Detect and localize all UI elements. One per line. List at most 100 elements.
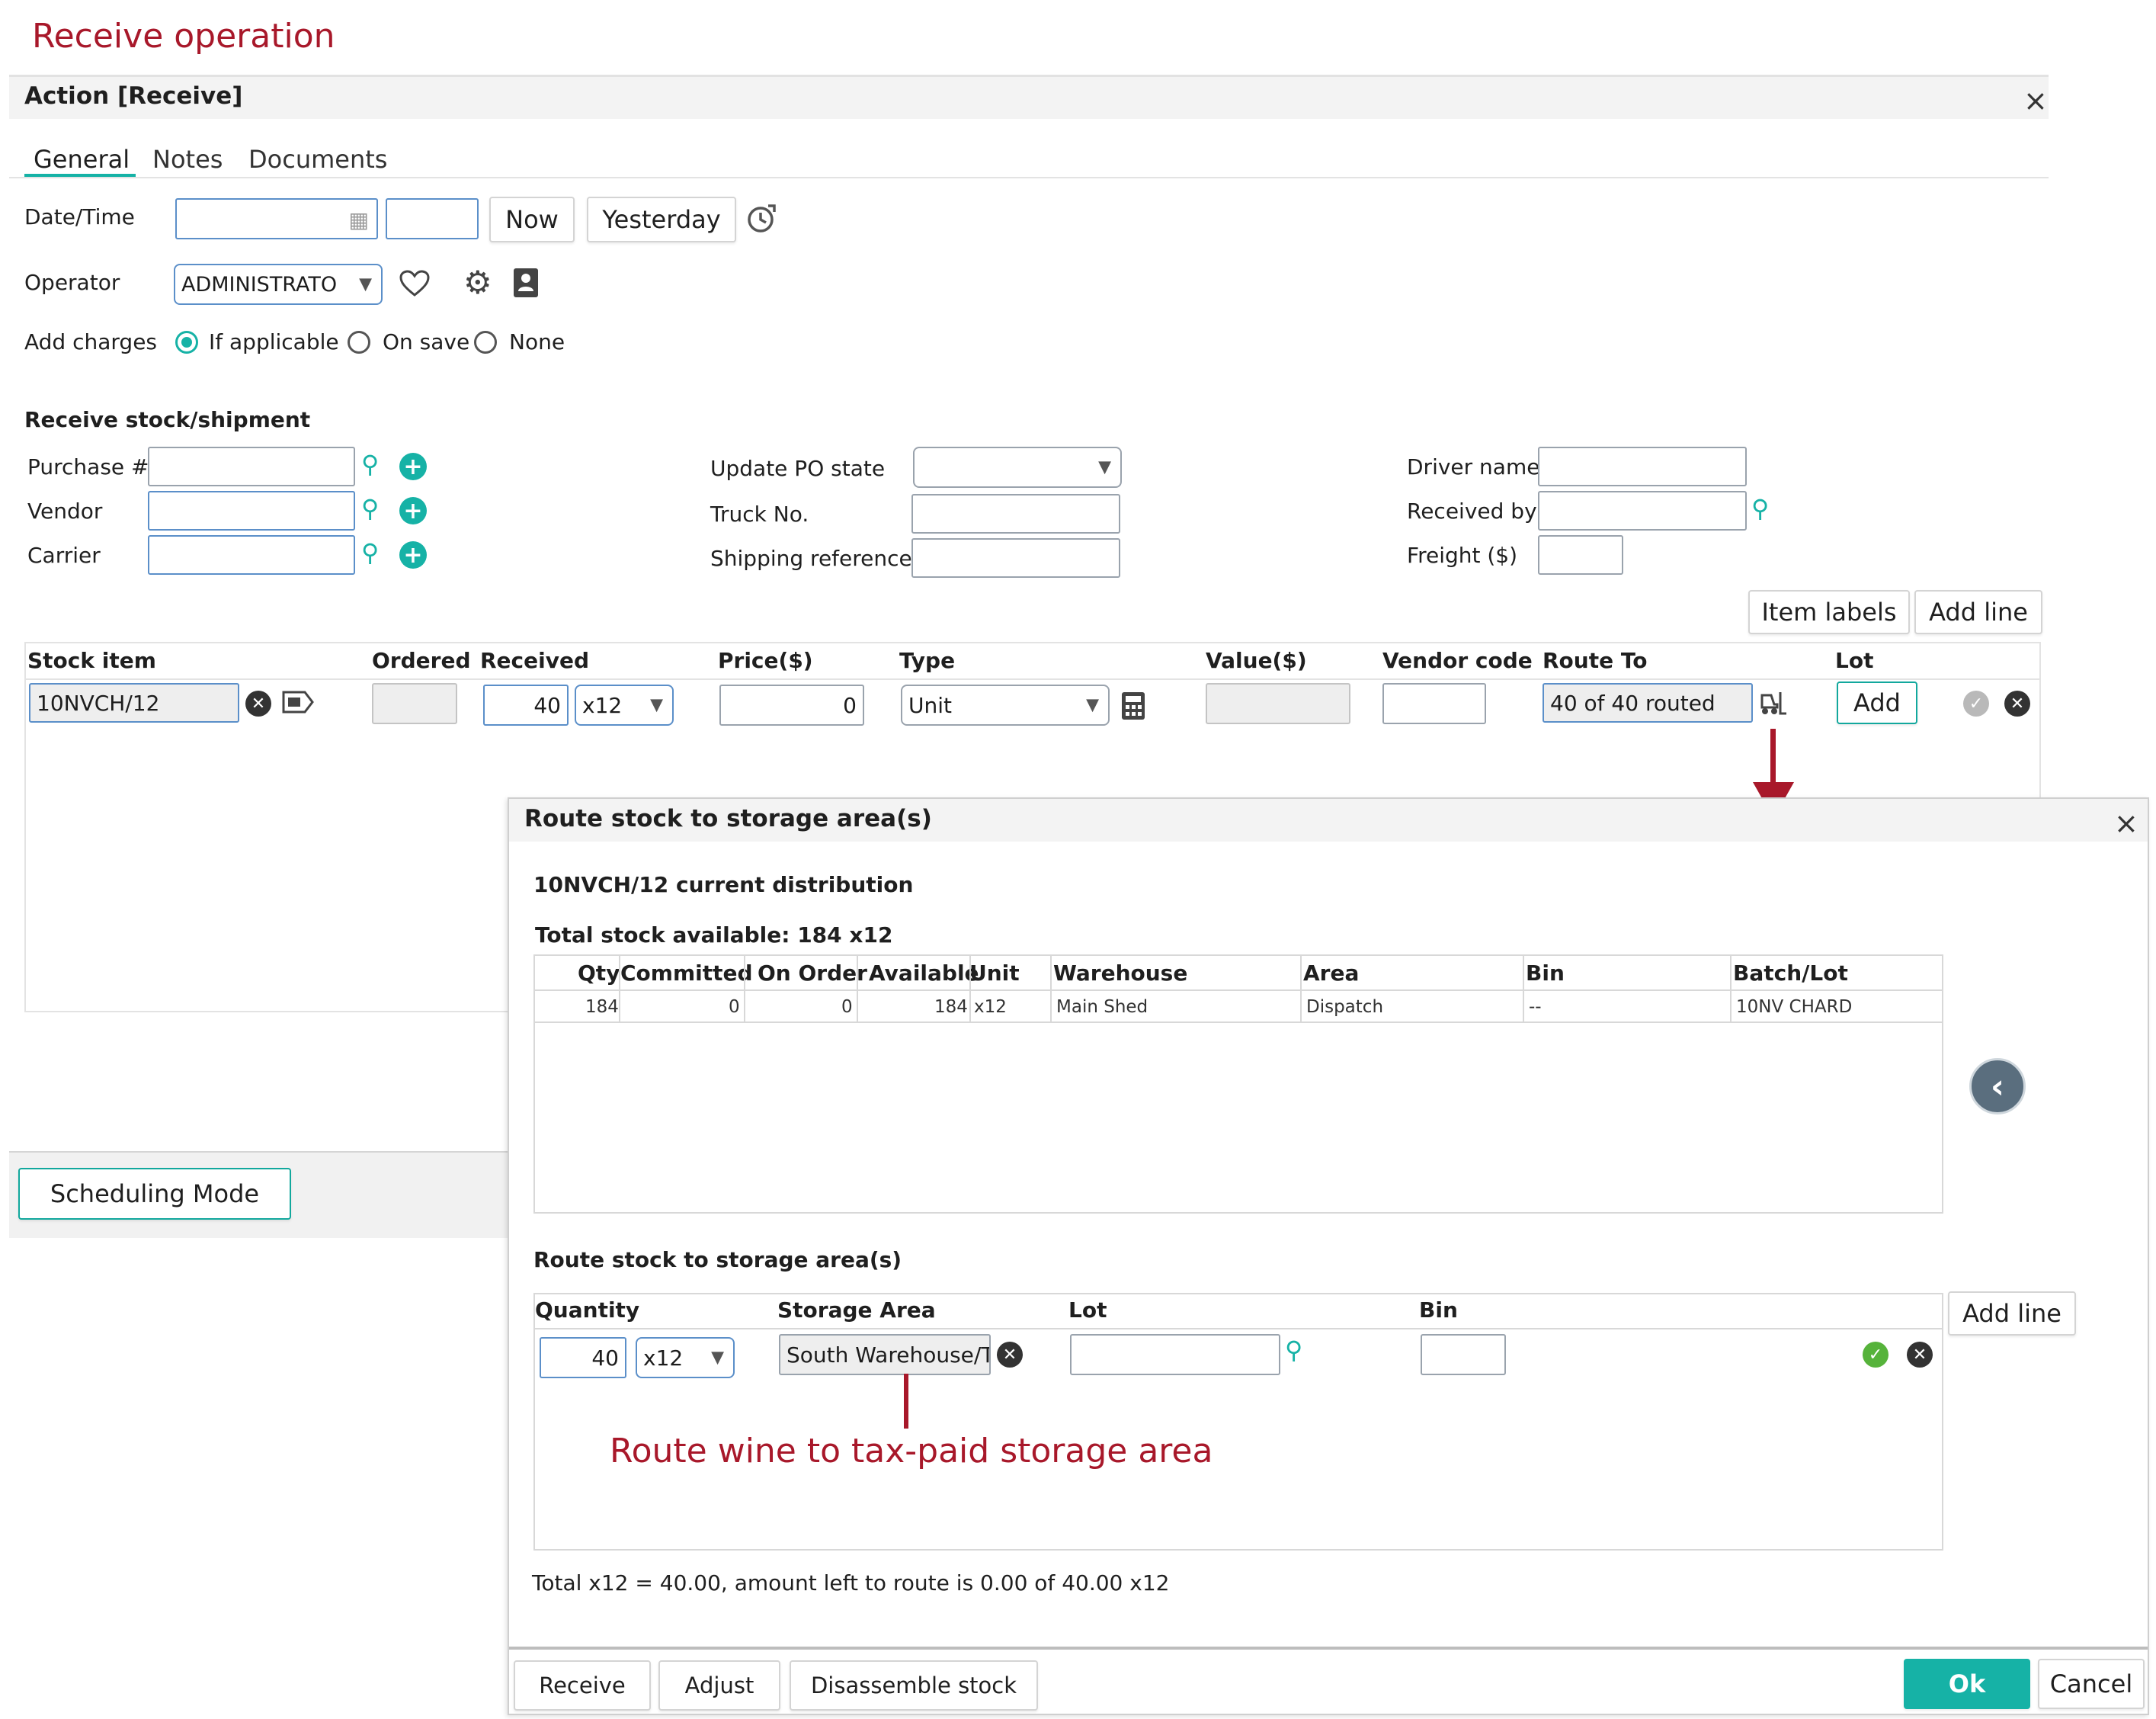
delete-icon[interactable]: ✕ — [2004, 691, 2030, 717]
cancel-button[interactable]: Cancel — [2038, 1659, 2145, 1709]
col-type: Type — [899, 648, 956, 673]
calendar-icon[interactable]: ▦ — [349, 207, 369, 233]
tab-general[interactable]: General — [34, 145, 130, 174]
dist-cell-committed: 0 — [729, 997, 740, 1017]
dist-cell-on-order: 0 — [841, 997, 853, 1017]
route-to-value: 40 of 40 routed — [1550, 690, 1716, 716]
contact-book-icon[interactable] — [511, 267, 541, 299]
stock-item-input[interactable]: 10NVCH/12 — [29, 683, 239, 723]
date-input[interactable]: ▦ — [175, 198, 378, 239]
route-quantity-input[interactable]: 40 — [540, 1337, 626, 1378]
purchase-label: Purchase # — [27, 454, 149, 479]
route-to-input[interactable]: 40 of 40 routed — [1543, 683, 1753, 723]
route-add-line-button[interactable]: Add line — [1948, 1291, 2076, 1336]
route-section-title: Route stock to storage area(s) — [533, 1247, 902, 1272]
receive-button[interactable]: Receive — [514, 1660, 651, 1711]
calculator-icon[interactable] — [1120, 691, 1146, 721]
dist-col-area: Area — [1303, 961, 1360, 986]
search-icon[interactable]: ⚲ — [361, 494, 379, 523]
truck-label: Truck No. — [710, 502, 809, 527]
chevron-left-icon[interactable]: ‹ — [1969, 1058, 2026, 1114]
add-charges-label: Add charges — [24, 329, 158, 354]
route-unit-value: x12 — [643, 1345, 684, 1371]
dist-col-committed: Committed — [620, 961, 753, 986]
clear-icon[interactable]: ✕ — [245, 691, 271, 717]
adjust-button[interactable]: Adjust — [658, 1660, 780, 1711]
confirm-icon[interactable]: ✓ — [1863, 1342, 1889, 1368]
dialog-close-icon[interactable]: × — [2023, 84, 2048, 117]
charges-option-label: None — [509, 329, 565, 354]
disassemble-stock-button[interactable]: Disassemble stock — [790, 1660, 1038, 1711]
vendor-input[interactable] — [148, 491, 355, 531]
clear-icon[interactable]: ✕ — [997, 1342, 1023, 1368]
add-icon[interactable]: + — [399, 453, 427, 480]
annotation-text: Route wine to tax-paid storage area — [610, 1432, 1213, 1470]
update-po-select[interactable]: ▼ — [913, 447, 1122, 488]
dist-col-on-order: On Order — [758, 961, 867, 986]
driver-input[interactable] — [1538, 447, 1747, 486]
shipping-input[interactable] — [911, 538, 1120, 578]
value-input — [1206, 683, 1350, 724]
dist-col-separator — [969, 956, 971, 1023]
datetime-label: Date/Time — [24, 204, 135, 229]
forklift-icon[interactable] — [1757, 689, 1788, 717]
purchase-input[interactable] — [148, 447, 355, 486]
route-lot-input[interactable] — [1070, 1334, 1280, 1375]
vendor-code-input[interactable] — [1382, 683, 1486, 724]
route-bin-input[interactable] — [1421, 1334, 1506, 1375]
now-button[interactable]: Now — [489, 197, 575, 242]
search-icon[interactable]: ⚲ — [1285, 1336, 1302, 1365]
route-unit-select[interactable]: x12 ▼ — [636, 1337, 735, 1378]
print-label-icon[interactable] — [280, 689, 314, 715]
charges-radio-if-applicable[interactable] — [175, 331, 198, 354]
driver-label: Driver name — [1407, 454, 1540, 479]
storage-area-input[interactable]: South Warehouse/T — [779, 1334, 991, 1375]
carrier-input[interactable] — [148, 535, 355, 575]
item-labels-button[interactable]: Item labels — [1748, 590, 1910, 634]
price-input[interactable]: 0 — [719, 685, 864, 726]
chevron-down-icon: ▼ — [359, 274, 372, 294]
operator-label: Operator — [24, 270, 120, 295]
col-route-to: Route To — [1543, 648, 1648, 673]
route-table-header-divider — [533, 1328, 1943, 1329]
chevron-down-icon: ▼ — [650, 695, 663, 715]
charges-radio-none[interactable] — [474, 331, 497, 354]
yesterday-button[interactable]: Yesterday — [587, 197, 736, 242]
add-icon[interactable]: + — [399, 541, 427, 569]
dist-col-separator — [1523, 956, 1524, 1023]
ok-button[interactable]: Ok — [1904, 1659, 2030, 1709]
tab-notes[interactable]: Notes — [152, 145, 223, 174]
col-vendor-code: Vendor code — [1382, 648, 1533, 673]
route-panel-close-icon[interactable]: × — [2114, 807, 2138, 840]
dist-col-separator — [1300, 956, 1302, 1023]
search-icon[interactable]: ⚲ — [361, 450, 379, 479]
time-input[interactable] — [386, 198, 479, 239]
operator-select[interactable]: ADMINISTRATO ▼ — [174, 264, 383, 305]
search-icon[interactable]: ⚲ — [1751, 494, 1769, 523]
heart-icon[interactable] — [399, 270, 430, 297]
tab-documents[interactable]: Documents — [248, 145, 387, 174]
truck-input[interactable] — [911, 494, 1120, 534]
search-icon[interactable]: ⚲ — [361, 538, 379, 567]
add-icon[interactable]: + — [399, 497, 427, 524]
lot-add-button[interactable]: Add — [1837, 682, 1917, 724]
dist-cell-area: Dispatch — [1306, 997, 1384, 1017]
confirm-icon[interactable]: ✓ — [1963, 691, 1989, 717]
received-qty-input[interactable]: 40 — [483, 685, 569, 726]
stock-item-value: 10NVCH/12 — [37, 690, 160, 716]
freight-input[interactable] — [1538, 535, 1623, 575]
charges-radio-on-save[interactable] — [348, 331, 370, 354]
received-unit-select[interactable]: x12 ▼ — [575, 685, 674, 726]
col-ordered: Ordered — [372, 648, 471, 673]
dist-cell-unit: x12 — [974, 997, 1007, 1017]
charges-option-label: If applicable — [209, 329, 339, 354]
receive-section-title: Receive stock/shipment — [24, 407, 311, 432]
received-by-input[interactable] — [1538, 491, 1747, 531]
type-select[interactable]: Unit ▼ — [901, 685, 1110, 726]
gear-icon[interactable]: ⚙ — [463, 264, 492, 301]
add-line-button[interactable]: Add line — [1914, 590, 2042, 634]
clock-refresh-icon[interactable] — [745, 201, 779, 235]
delete-icon[interactable]: ✕ — [1907, 1342, 1933, 1368]
scheduling-mode-button[interactable]: Scheduling Mode — [18, 1168, 291, 1220]
dist-col-separator — [1730, 956, 1732, 1023]
